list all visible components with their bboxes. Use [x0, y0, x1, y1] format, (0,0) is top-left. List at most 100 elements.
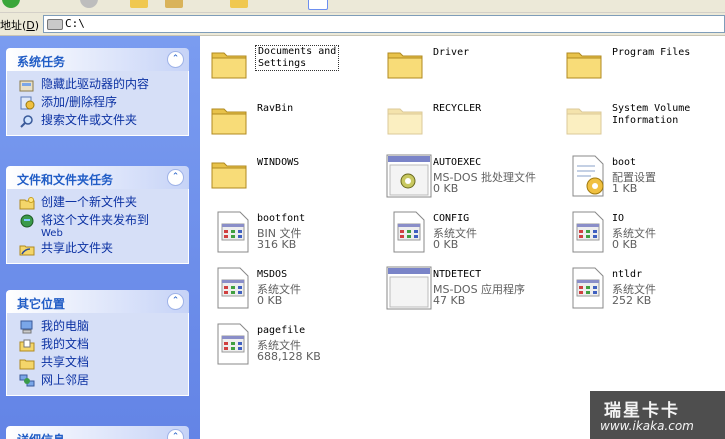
forward-button[interactable]: [80, 0, 98, 8]
file-name: pagefile: [257, 325, 306, 336]
file-name: boot: [612, 157, 637, 168]
file-name: Documents and Settings: [255, 45, 340, 71]
new-folder-icon: [19, 196, 35, 210]
file-name: IO: [612, 213, 625, 224]
system-file-icon: [386, 210, 432, 257]
dos-app-icon: [386, 266, 432, 313]
folder-icon: [210, 154, 248, 193]
file-name: Driver: [433, 47, 470, 58]
system-file-icon: [565, 266, 611, 313]
toolbar: [0, 0, 725, 13]
file-size: 252 KB: [612, 294, 652, 307]
file-name: ntldr: [612, 269, 643, 280]
network-places-icon: [19, 374, 35, 388]
file-item[interactable]: bootfont BIN 文件 316 KB: [210, 210, 380, 260]
my-documents-icon: [19, 338, 35, 352]
task-search-files[interactable]: 搜索文件或文件夹: [7, 113, 188, 131]
collapse-icon[interactable]: ⌃: [167, 51, 184, 68]
file-name: WINDOWS: [257, 157, 300, 168]
system-tasks-panel: 系统任务 ⌃ 隐藏此驱动器的内容 添加/删除程序 搜索文件或文件夹: [6, 48, 189, 136]
system-file-icon: [210, 266, 256, 313]
file-item[interactable]: MSDOS 系统文件 0 KB: [210, 266, 380, 316]
hidden-folder-icon: [386, 100, 424, 139]
file-item[interactable]: RavBin: [210, 100, 380, 150]
file-item[interactable]: boot 配置设置 1 KB: [565, 154, 725, 204]
file-item[interactable]: Driver: [386, 44, 556, 94]
file-size: 47 KB: [433, 294, 466, 307]
collapse-icon[interactable]: ⌃: [167, 169, 184, 186]
back-button[interactable]: [2, 0, 20, 8]
views-button[interactable]: [308, 0, 328, 10]
place-my-documents[interactable]: 我的文档: [7, 337, 188, 355]
file-size: 0 KB: [257, 294, 283, 307]
publish-web-icon: [19, 214, 35, 228]
address-bar: 地址(D) C:\: [0, 13, 725, 36]
folder-icon: [565, 44, 603, 83]
system-file-icon: [210, 210, 256, 257]
task-share-folder[interactable]: 共享此文件夹: [7, 241, 188, 259]
file-size: 316 KB: [257, 238, 297, 251]
collapse-icon[interactable]: ⌃: [167, 429, 184, 439]
file-item[interactable]: NTDETECT MS-DOS 应用程序 47 KB: [386, 266, 556, 316]
add-remove-programs-icon: [19, 96, 35, 110]
file-item[interactable]: System Volume Information: [565, 100, 725, 150]
file-item[interactable]: AUTOEXEC MS-DOS 批处理文件 0 KB: [386, 154, 556, 204]
watermark: 瑞星卡卡 www.ikaka.com: [590, 391, 725, 439]
other-places-header[interactable]: 其它位置 ⌃: [6, 290, 189, 313]
collapse-icon[interactable]: ⌃: [167, 293, 184, 310]
file-folder-tasks-panel: 文件和文件夹任务 ⌃ 创建一个新文件夹 将这个文件夹发布到 Web 共享此文件夹: [6, 166, 189, 264]
file-item[interactable]: CONFIG 系统文件 0 KB: [386, 210, 556, 260]
file-item[interactable]: WINDOWS: [210, 154, 380, 204]
file-item[interactable]: RECYCLER: [386, 100, 556, 150]
address-input[interactable]: C:\: [43, 15, 725, 33]
hidden-folder-icon: [565, 100, 603, 139]
folder-icon: [386, 44, 424, 83]
address-value: C:\: [65, 17, 85, 30]
task-hide-drive-contents[interactable]: 隐藏此驱动器的内容: [7, 77, 188, 95]
file-name: NTDETECT: [433, 269, 482, 280]
file-name: Program Files: [612, 47, 691, 58]
file-list: Documents and Settings Driver Program File…: [200, 36, 725, 439]
file-size: 0 KB: [612, 238, 638, 251]
folder-icon: [210, 44, 248, 83]
file-item[interactable]: ntldr 系统文件 252 KB: [565, 266, 725, 316]
panel-title: 系统任务: [17, 55, 66, 69]
system-file-icon: [565, 210, 611, 257]
file-size: 688,128 KB: [257, 350, 321, 363]
file-item[interactable]: Program Files: [565, 44, 725, 94]
panel-title: 文件和文件夹任务: [17, 173, 114, 187]
file-name: System Volume Information: [612, 103, 691, 126]
task-new-folder[interactable]: 创建一个新文件夹: [7, 195, 188, 213]
file-item[interactable]: Documents and Settings: [210, 44, 380, 94]
details-panel: 详细信息 ⌃: [6, 426, 189, 439]
file-name: MSDOS: [257, 269, 288, 280]
system-tasks-header[interactable]: 系统任务 ⌃: [6, 48, 189, 71]
place-my-computer[interactable]: 我的电脑: [7, 319, 188, 337]
shared-documents-icon: [19, 356, 35, 370]
search-icon: [19, 114, 35, 128]
hide-contents-icon: [19, 78, 35, 92]
place-network[interactable]: 网上邻居: [7, 373, 188, 391]
up-folder-button[interactable]: [130, 0, 148, 8]
my-computer-icon: [19, 320, 35, 334]
place-shared-documents[interactable]: 共享文档: [7, 355, 188, 373]
file-tasks-header[interactable]: 文件和文件夹任务 ⌃: [6, 166, 189, 189]
folder-icon: [210, 100, 248, 139]
drive-icon: [47, 19, 63, 30]
task-publish-to-web[interactable]: 将这个文件夹发布到 Web: [7, 213, 188, 241]
search-button[interactable]: [165, 0, 183, 8]
task-add-remove-programs[interactable]: 添加/删除程序: [7, 95, 188, 113]
file-size: 1 KB: [612, 182, 638, 195]
file-item[interactable]: IO 系统文件 0 KB: [565, 210, 725, 260]
batch-file-icon: [386, 154, 432, 201]
other-places-panel: 其它位置 ⌃ 我的电脑 我的文档 共享文档 网上邻居: [6, 290, 189, 396]
file-item[interactable]: pagefile 系统文件 688,128 KB: [210, 322, 380, 372]
config-file-icon: [565, 154, 611, 201]
file-name: AUTOEXEC: [433, 157, 482, 168]
task-pane: 系统任务 ⌃ 隐藏此驱动器的内容 添加/删除程序 搜索文件或文件夹 文件和文件夹…: [0, 36, 200, 439]
watermark-url: www.ikaka.com: [600, 419, 694, 433]
file-name: bootfont: [257, 213, 306, 224]
file-name: RavBin: [257, 103, 294, 114]
folders-button[interactable]: [230, 0, 248, 8]
details-header[interactable]: 详细信息 ⌃: [6, 426, 189, 439]
